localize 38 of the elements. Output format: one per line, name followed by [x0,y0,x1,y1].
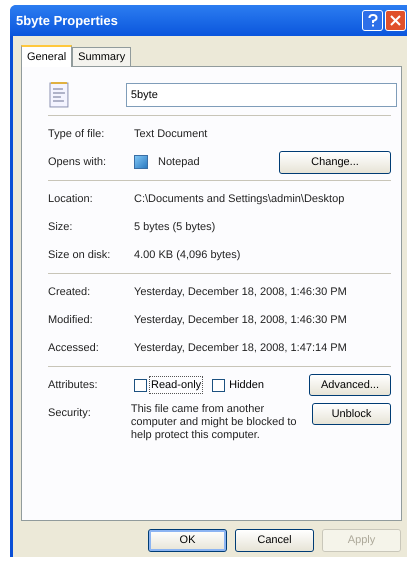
field-label: Size: [48,220,74,235]
close-button[interactable] [385,10,406,31]
tab[interactable]: Summary [72,47,132,66]
field-value: 4.00 KB (4,096 bytes) [134,248,240,263]
file-name-field[interactable]: 5byte [126,83,397,107]
dialog-button[interactable]: OK [148,529,227,552]
checkbox[interactable] [134,378,147,392]
field-label: Opens with: [48,154,108,170]
field-label: Attributes: [48,378,99,393]
notepad-icon [134,155,148,169]
field-value: C:\Documents and Settings\admin\Desktop [134,192,344,207]
field-label: Size on disk: [48,248,112,263]
field-label: Location: [48,192,94,207]
help-icon [368,14,378,27]
field-value: Text Document [134,126,208,142]
field-label: Modified: [48,312,94,328]
field-label: Created: [48,284,92,300]
help-button[interactable] [362,10,383,31]
field-value: Notepad [158,154,200,170]
checkbox-label[interactable]: Read-only [150,376,202,394]
checkbox[interactable] [212,378,226,392]
field-label: Type of file: [48,126,106,142]
unblock-button[interactable]: Unblock [312,403,391,425]
field-value: Yesterday, December 18, 2008, 1:46:30 PM [134,312,347,328]
advanced-button[interactable]: Advanced... [309,374,391,396]
field-label: Security: [48,406,92,421]
window-title: 5byte Properties [16,12,118,30]
security-text: This file came from another computer and might be blocked to help protect this computer. [130,403,298,442]
dialog-button[interactable]: Cancel [235,529,314,552]
field-value: Yesterday, December 18, 2008, 1:47:14 PM [134,340,347,356]
close-icon [390,15,401,26]
field-value: 5 bytes (5 bytes) [134,220,216,235]
text-file-icon [48,81,70,109]
checkbox-label[interactable]: Hidden [228,376,265,394]
field-value: Yesterday, December 18, 2008, 1:46:30 PM [134,284,347,300]
change-button[interactable]: Change... [279,150,391,174]
tab[interactable]: General [21,45,72,67]
field-label: Accessed: [48,340,100,356]
